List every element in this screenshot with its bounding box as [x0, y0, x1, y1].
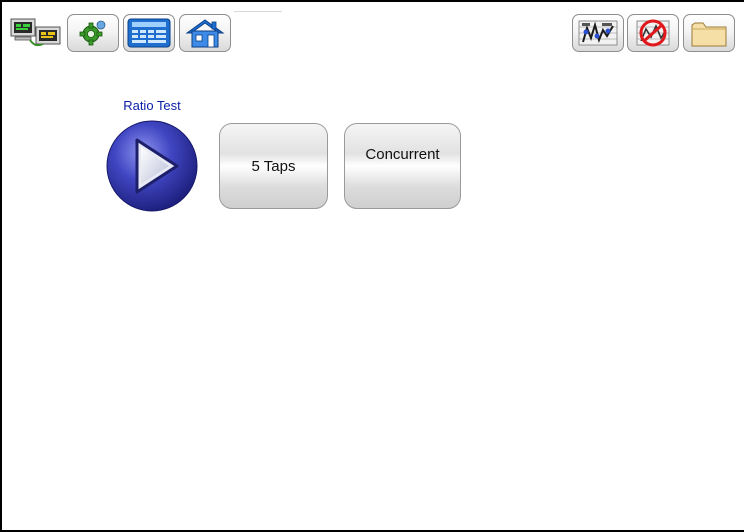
taps-button[interactable]: 5 Taps [219, 123, 328, 209]
toolbar-divider [234, 11, 282, 12]
results-icon [578, 20, 618, 46]
home-icon [185, 19, 225, 48]
main-screen: Ratio Test 5 Taps Concurrent [0, 0, 744, 532]
ratio-test-title: Ratio Test [123, 98, 181, 113]
folder-icon [691, 22, 727, 47]
concurrent-button-label: Concurrent [365, 146, 440, 163]
taps-button-label: 5 Taps [251, 157, 296, 175]
test-display-toggle-icon [10, 18, 61, 47]
home-button[interactable] [179, 14, 231, 52]
concurrent-button[interactable]: Concurrent [344, 123, 461, 209]
keypad-button[interactable] [123, 14, 175, 52]
results-button[interactable] [572, 14, 624, 52]
keypad-icon [127, 18, 171, 48]
test-display-toggle-button[interactable] [10, 12, 62, 52]
play-icon [106, 120, 198, 212]
clear-results-button[interactable] [627, 14, 679, 52]
folder-button[interactable] [683, 14, 735, 52]
settings-gear-icon [79, 20, 106, 46]
clear-results-icon [636, 19, 670, 47]
start-test-button[interactable] [106, 120, 198, 212]
settings-button[interactable] [67, 14, 119, 52]
